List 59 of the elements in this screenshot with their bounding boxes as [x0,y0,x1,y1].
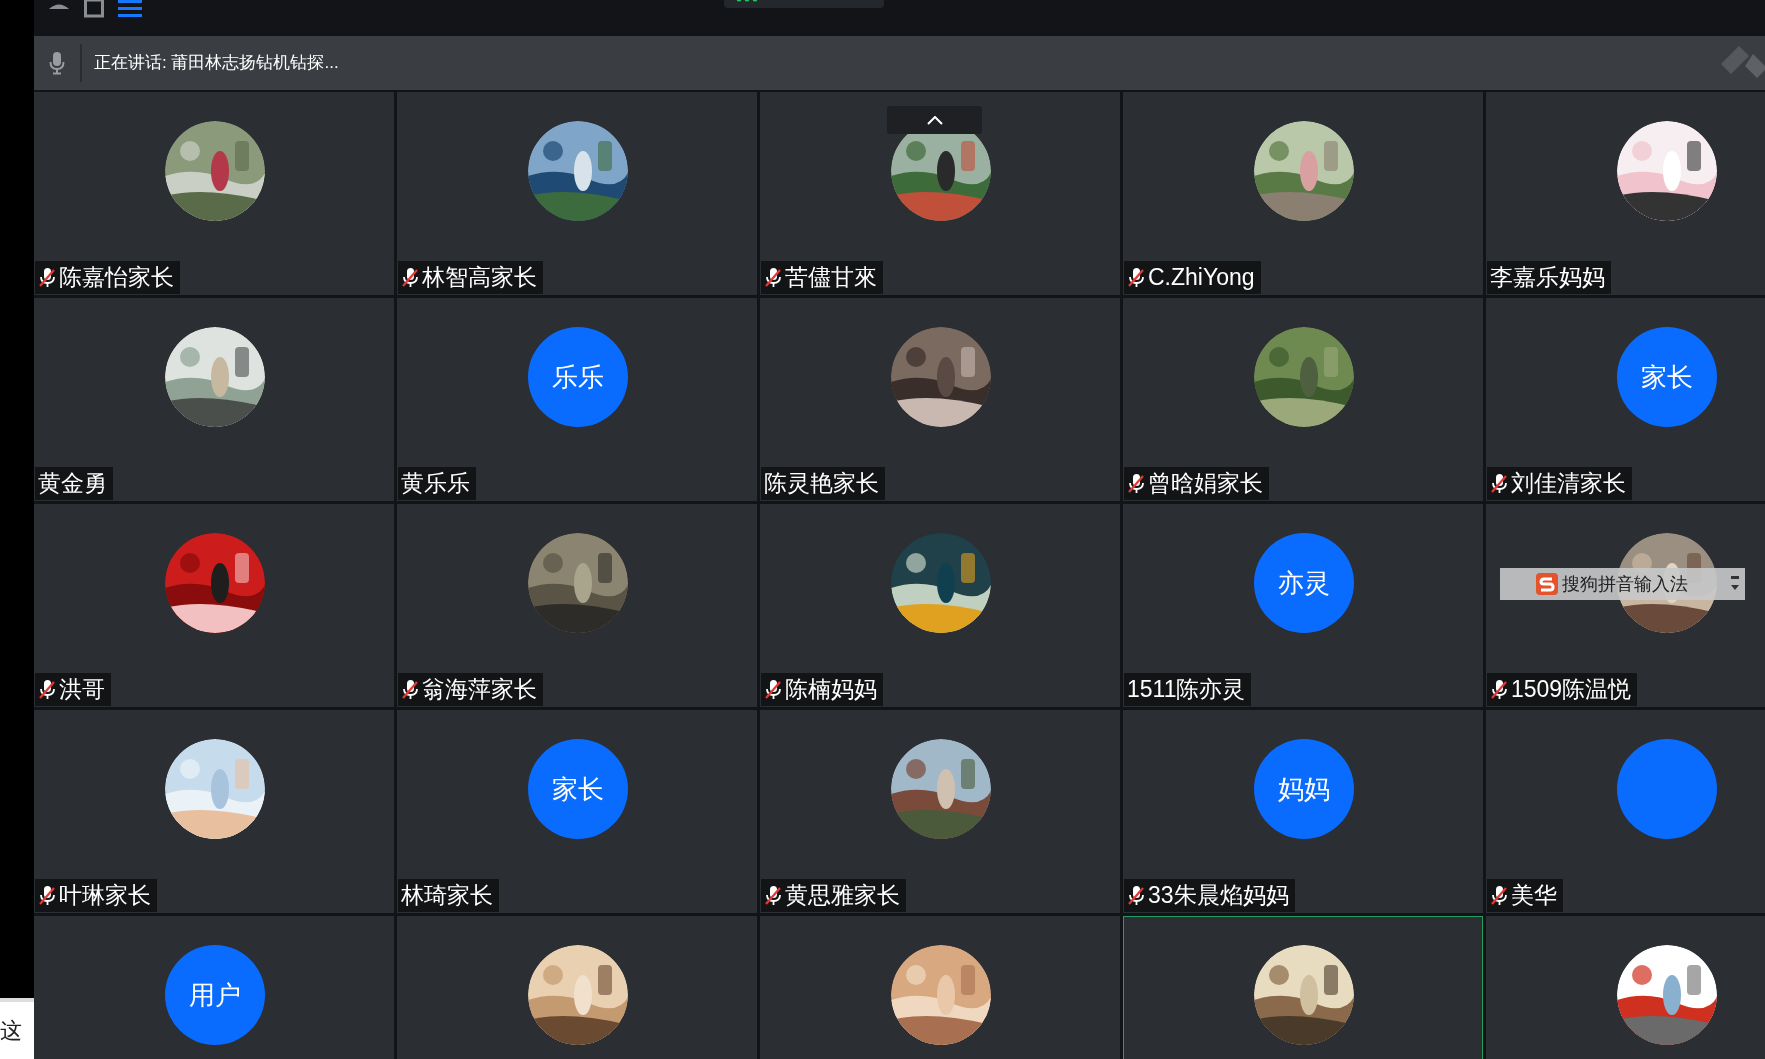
s-logo-icon [1536,573,1558,595]
participant-name: 刘佳清家长 [1511,469,1626,499]
participant-name: 林智高家长 [422,263,537,293]
avatar-initials: 乐乐 [528,327,628,427]
chevron-up-icon [926,115,943,125]
participant-name: 陈嘉怡家长 [59,263,174,293]
participant-name: 黄乐乐 [401,469,470,499]
video-tile[interactable]: 乐乐 黄乐乐 [397,298,757,501]
microphone-icon[interactable] [49,51,65,75]
window-icon[interactable] [84,0,104,18]
video-tile[interactable]: 陈灵艳家长 [760,298,1120,501]
participant-name: 叶琳家长 [59,881,151,911]
ime-name: 搜狗拼音输入法 [1562,572,1688,596]
scroll-arrows-icon[interactable] [1731,576,1739,592]
video-tile[interactable]: 陈楠妈妈 [760,504,1120,707]
avatar-initials: 亦灵 [1254,533,1354,633]
video-tile[interactable]: 黄金勇 [34,298,394,501]
participant-name: 美华 [1511,881,1557,911]
video-tile[interactable]: 陈嘉怡家长 [34,92,394,295]
video-tile[interactable]: 家长 林琦家长 [397,710,757,913]
video-tile[interactable]: 林智高家长 [397,92,757,295]
side-window-text: 这 [0,1019,22,1042]
participant-name: 陈楠妈妈 [785,675,877,705]
speaker-text: 正在讲话: 莆田林志扬钻机钻探... [94,52,339,75]
participant-name: 1509陈温悦 [1511,675,1632,705]
video-tile[interactable]: C.ZhiYong [1123,92,1483,295]
video-tile[interactable]: 李嘉乐妈妈 [1486,92,1765,295]
avatar-initials: 家长 [1617,327,1717,427]
video-tile[interactable]: 翁海萍家长 [397,504,757,707]
participant-name: 黄思雅家长 [785,881,900,911]
video-tile[interactable] [1123,916,1483,1059]
participant-name: 洪哥 [59,675,105,705]
video-tile[interactable]: 苦儘甘來 [760,92,1120,295]
video-tile[interactable]: 黄思雅家长 [760,710,1120,913]
participant-name: 陈灵艳家长 [764,469,879,499]
menu-icon[interactable] [118,0,142,18]
video-tile[interactable]: 美华 [1486,710,1765,913]
video-tile[interactable]: 妈妈 33朱晨焰妈妈 [1123,710,1483,913]
video-tile[interactable]: 叶琳家长 [34,710,394,913]
video-tile[interactable]: 亦灵 1511陈亦灵 [1123,504,1483,707]
participant-name: 林琦家长 [401,881,493,911]
participant-name: 黄金勇 [38,469,107,499]
avatar-initials: 家长 [528,739,628,839]
participant-name: 1511陈亦灵 [1127,675,1246,705]
participant-name: 李嘉乐妈妈 [1490,263,1605,293]
video-tile[interactable] [760,916,1120,1059]
video-tile[interactable]: 家长 刘佳清家长 [1486,298,1765,501]
video-tile[interactable]: 曾晗娟家长 [1123,298,1483,501]
participant-name: 33朱晨焰妈妈 [1148,881,1289,911]
avatar-initials: 用户 [165,945,265,1045]
video-tile[interactable]: 洪哥 [34,504,394,707]
video-tile[interactable]: 用户 [34,916,394,1059]
participant-name: 曾晗娟家长 [1148,469,1263,499]
participant-name: 苦儘甘來 [785,263,877,293]
participant-name: C.ZhiYong [1148,263,1255,293]
avatar-initials: 妈妈 [1254,739,1354,839]
participant-name: 翁海萍家长 [422,675,537,705]
ime-toolbar[interactable]: 搜狗拼音输入法 [1500,568,1745,600]
video-tile[interactable] [397,916,757,1059]
